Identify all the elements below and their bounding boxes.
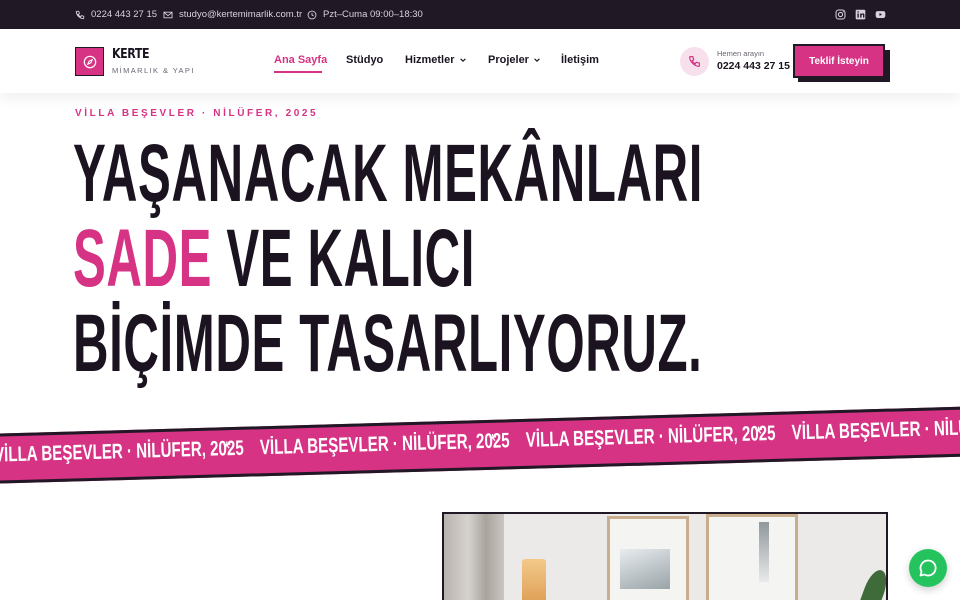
nav-label: Ana Sayfa <box>274 54 328 66</box>
nav-item-hizmetler[interactable]: Hizmetler <box>405 54 467 66</box>
phone-icon <box>689 56 700 67</box>
hero-eyebrow: VİLLA BEŞEVLER · NİLÜFER, 2025 <box>75 108 319 119</box>
photo-plant <box>856 566 886 600</box>
nav-label: Projeler <box>488 54 529 66</box>
ribbon-text: VİLLA BEŞEVLER · NİLÜFER, 2025 <box>791 414 960 445</box>
nav-label: İletişim <box>561 54 599 66</box>
chat-bubble-icon <box>919 559 937 577</box>
hero-accent-word: SADE <box>73 213 213 304</box>
brand-tagline: MİMARLIK & YAPI <box>112 66 195 75</box>
phone-icon <box>75 10 85 19</box>
nav-item-ana-sayfa[interactable]: Ana Sayfa <box>274 54 327 66</box>
instagram-icon[interactable] <box>835 9 846 20</box>
marquee-ribbon: VİLLA BEŞEVLER · NİLÜFER, 2025 * VİLLA B… <box>0 405 960 490</box>
photo-curtain <box>444 514 504 600</box>
nav-item-iletisim[interactable]: İletişim <box>561 54 599 66</box>
photo-frame-right <box>706 514 798 600</box>
nav-label: Stüdyo <box>346 54 384 66</box>
compass-icon <box>83 55 96 68</box>
youtube-icon[interactable] <box>875 9 886 20</box>
hero-line2-rest: VE KALICI <box>212 213 476 304</box>
chevron-down-icon <box>459 58 466 62</box>
topbar-hours-text: Pzt–Cuma 09:00–18:30 <box>323 9 423 20</box>
call-button[interactable] <box>680 47 709 76</box>
ribbon-text: VİLLA BEŞEVLER · NİLÜFER, 2025 <box>0 436 245 467</box>
brand-name[interactable]: KERTE <box>112 47 150 62</box>
topbar-hours: Pzt–Cuma 09:00–18:30 <box>307 0 423 29</box>
nav-item-projeler[interactable]: Projeler <box>488 54 541 66</box>
hero-headline-line3: BİÇİMDE TASARLIYORUZ. <box>73 298 703 389</box>
call-number[interactable]: 0224 443 27 15 <box>717 60 790 72</box>
ribbon-text: VİLLA BEŞEVLER · NİLÜFER, 2025 <box>525 421 776 452</box>
logo-mark[interactable] <box>75 47 104 76</box>
nav-item-studyo[interactable]: Stüdyo <box>346 54 383 66</box>
mail-icon <box>163 11 173 18</box>
top-info-bar: 0224 443 27 15 studyo@kertemimarlik.com.… <box>0 0 960 29</box>
hero-headline-line2: SADE VE KALICI <box>73 218 475 300</box>
clock-icon <box>307 10 317 19</box>
nav-label: Hizmetler <box>405 54 455 66</box>
project-photo <box>442 512 888 600</box>
call-label: Hemen arayın <box>717 49 765 58</box>
chevron-down-icon <box>534 58 540 62</box>
request-quote-button[interactable]: Teklif İsteyin <box>793 44 885 78</box>
topbar-phone-text: 0224 443 27 15 <box>91 9 158 20</box>
hero-headline-line1: YAŞANACAK MEKÂNLARI <box>73 128 704 219</box>
photo-frame-left <box>607 516 689 600</box>
topbar-phone[interactable]: 0224 443 27 15 <box>75 0 157 29</box>
linkedin-icon[interactable] <box>855 9 866 20</box>
photo-lamp <box>522 559 546 600</box>
ribbon-band: VİLLA BEŞEVLER · NİLÜFER, 2025 * VİLLA B… <box>0 405 960 485</box>
whatsapp-chat-button[interactable] <box>909 549 947 587</box>
ribbon-track: VİLLA BEŞEVLER · NİLÜFER, 2025 * VİLLA B… <box>0 414 960 468</box>
topbar-email[interactable]: studyo@kertemimarlik.com.tr <box>163 0 302 29</box>
nav-active-indicator <box>274 71 322 73</box>
topbar-email-text: studyo@kertemimarlik.com.tr <box>179 9 303 20</box>
ribbon-text: VİLLA BEŞEVLER · NİLÜFER, 2025 <box>259 429 510 460</box>
